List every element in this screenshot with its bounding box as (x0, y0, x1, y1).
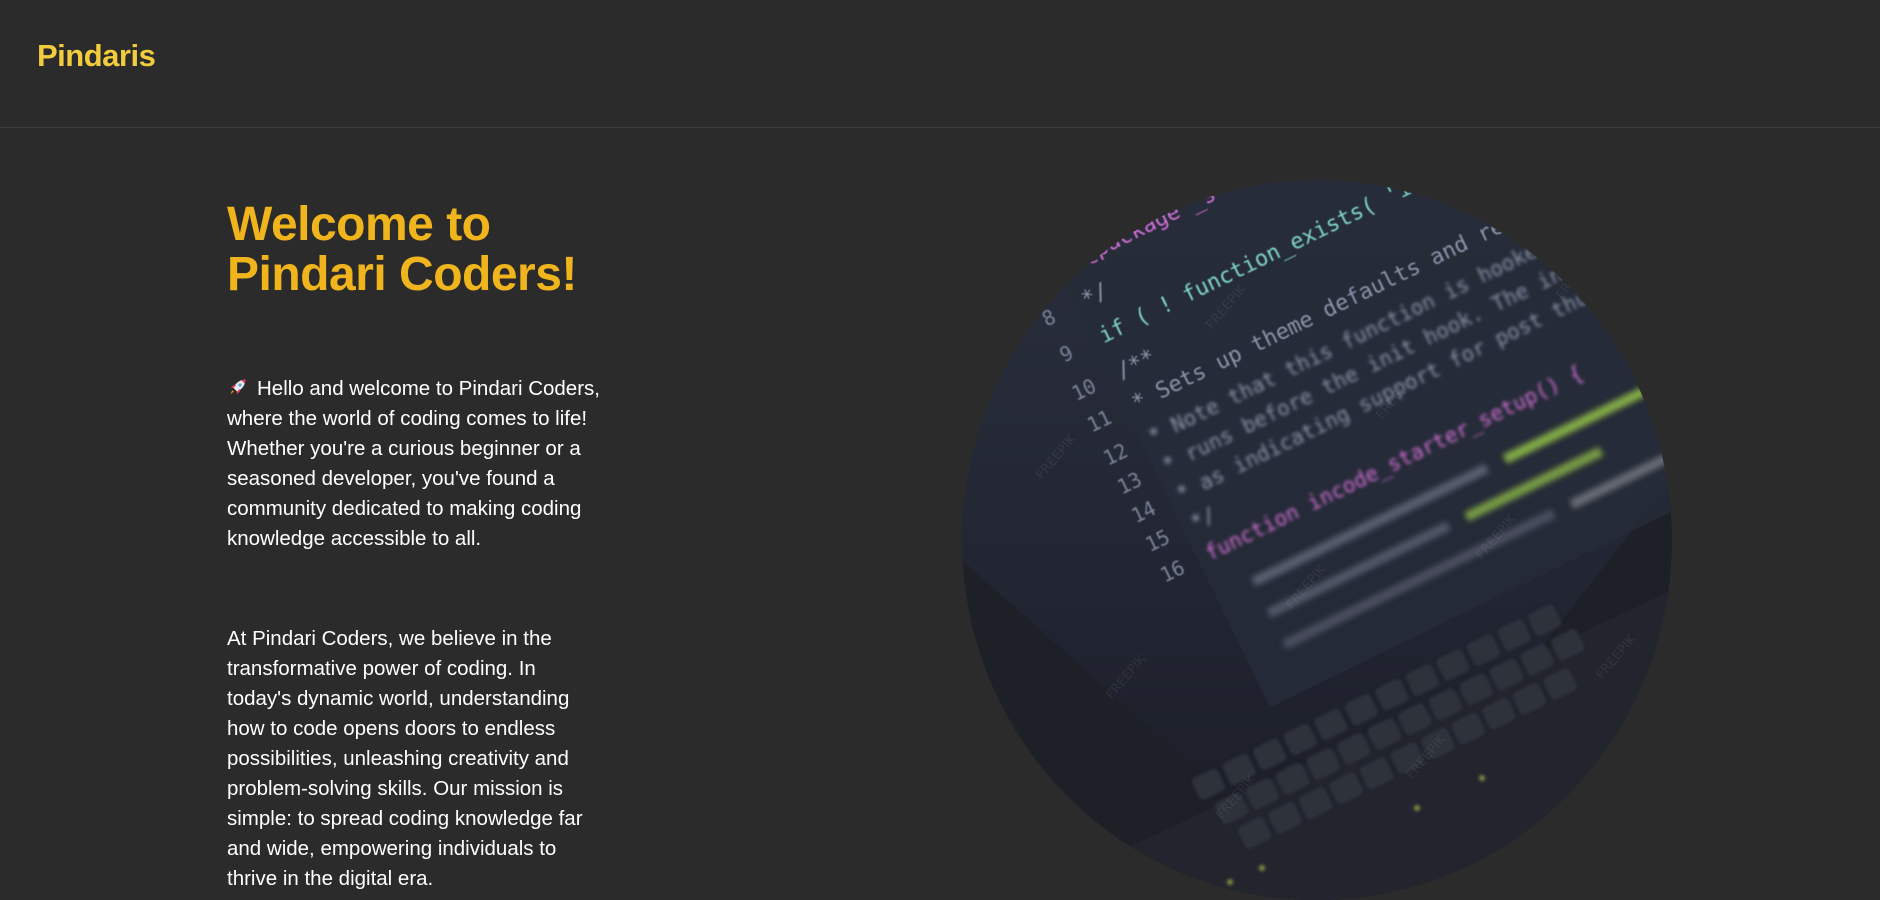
mission-line: and wide, empowering individuals to (227, 837, 557, 860)
intro-paragraph: Hello and welcome to Pindari Coders, whe… (227, 374, 652, 554)
hero-image-laptop-code: @package _s */ if ( ! function_exists( '… (962, 180, 1672, 900)
intro-first-line: Hello and welcome to Pindari Coders, (227, 374, 652, 404)
hero-title-line: Welcome to (227, 198, 491, 251)
mission-line: simple: to spread coding knowledge far (227, 807, 583, 830)
mission-line: possibilities, unleashing creativity and (227, 747, 569, 770)
mission-paragraph: At Pindari Coders, we believe in the tra… (227, 624, 652, 894)
intro-line: Hello and welcome to Pindari Coders, (257, 377, 600, 400)
intro-line: Whether you're a curious beginner or a (227, 437, 581, 460)
hero-title-line: Pindari Coders! (227, 248, 577, 301)
mission-line: transformative power of coding. In (227, 657, 536, 680)
mission-line: thrive in the digital era. (227, 867, 434, 890)
intro-line: seasoned developer, you've found a (227, 467, 555, 490)
laptop-code-illustration: @package _s */ if ( ! function_exists( '… (962, 180, 1672, 900)
hero-title: Welcome to Pindari Coders! (227, 200, 747, 300)
intro-line: where the world of coding comes to life! (227, 407, 588, 430)
mission-line: how to code opens doors to endless (227, 717, 556, 740)
intro-line: community dedicated to making coding (227, 497, 582, 520)
site-header: Pindaris (0, 0, 1880, 128)
mission-line: today's dynamic world, understanding (227, 687, 570, 710)
mission-line: At Pindari Coders, we believe in the (227, 627, 552, 650)
intro-line: knowledge accessible to all. (227, 527, 482, 550)
mission-line: problem-solving skills. Our mission is (227, 777, 564, 800)
rocket-icon (230, 379, 246, 395)
site-logo[interactable]: Pindaris (37, 38, 156, 74)
